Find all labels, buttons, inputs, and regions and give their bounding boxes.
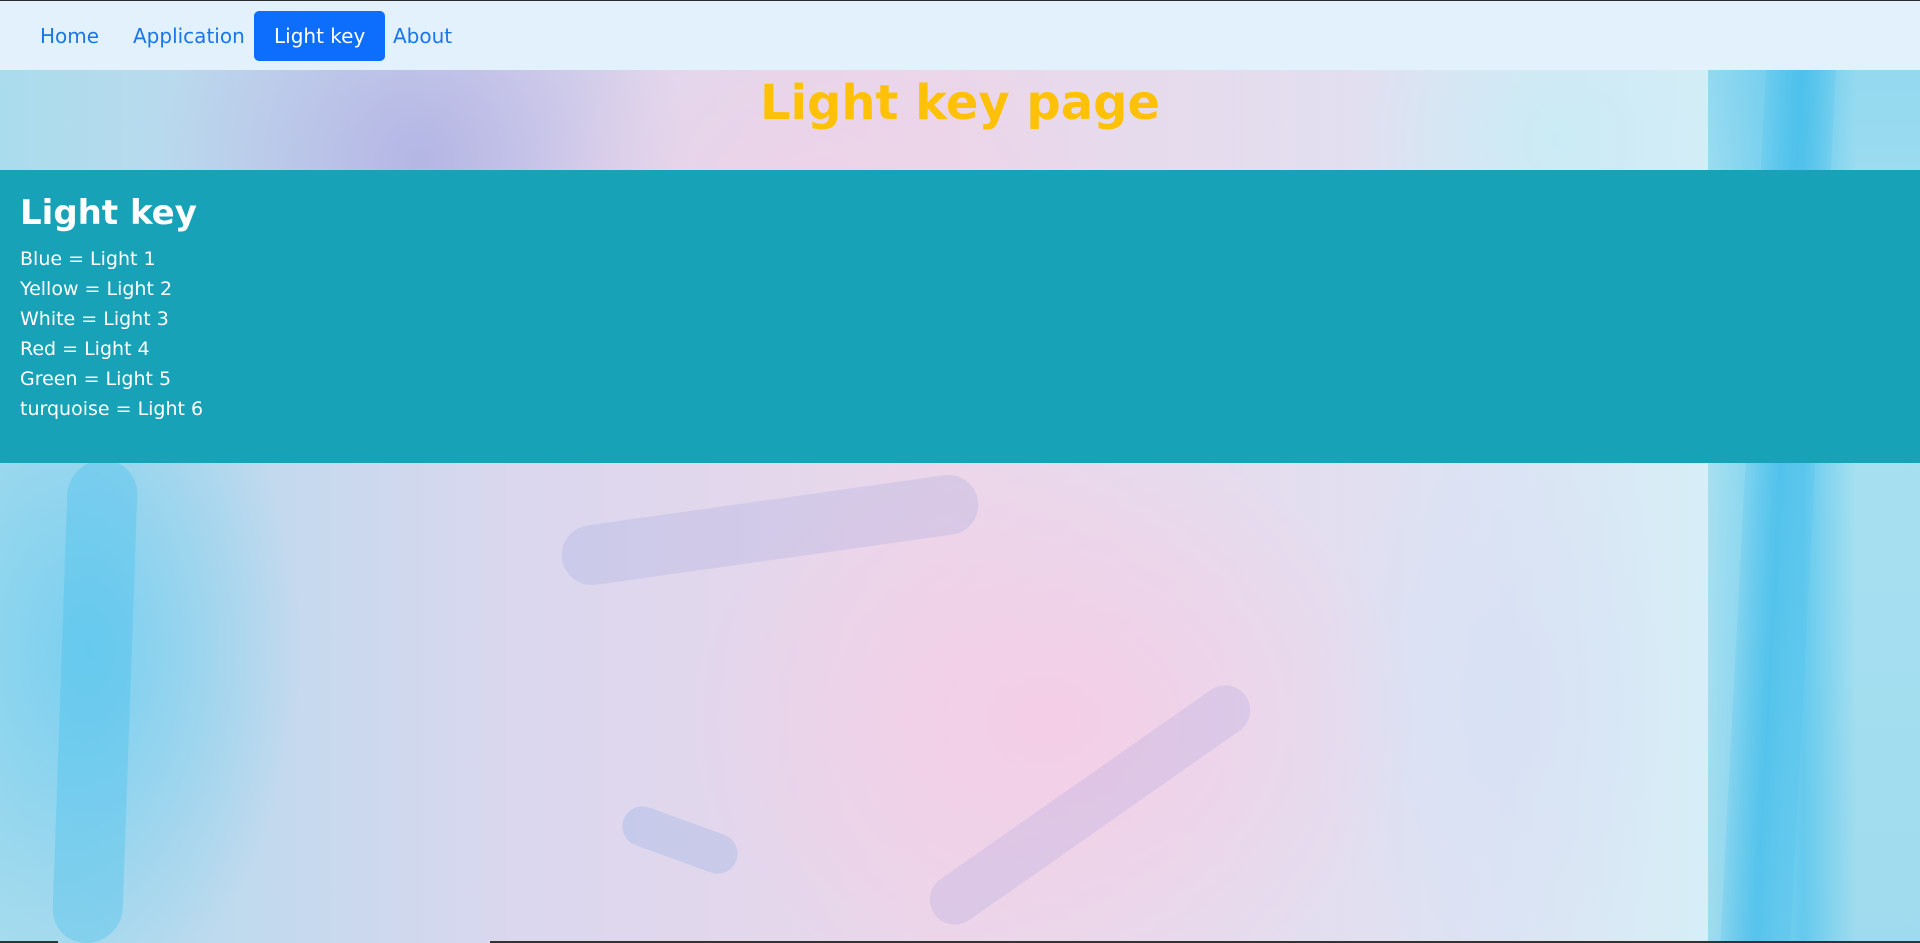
light-key-heading: Light key: [20, 193, 197, 233]
top-navbar: Home Application Light key About: [0, 0, 1920, 70]
light-key-entry: Green = Light 5: [20, 368, 172, 390]
light-key-panel: Light key Blue = Light 1 Yellow = Light …: [0, 170, 1920, 463]
nav-application[interactable]: Application: [113, 11, 265, 61]
light-key-list: Blue = Light 1 Yellow = Light 2 White = …: [20, 244, 1900, 424]
page-title: Light key page: [759, 75, 1161, 131]
light-key-entry: Yellow = Light 2: [20, 278, 173, 300]
light-key-entry: White = Light 3: [20, 308, 169, 330]
light-key-entry: Blue = Light 1: [20, 248, 156, 270]
light-key-entry: Red = Light 4: [20, 338, 150, 360]
nav-about[interactable]: About: [373, 11, 472, 61]
light-key-entry: turquoise = Light 6: [20, 398, 204, 420]
nav-home[interactable]: Home: [20, 11, 119, 61]
nav-light-key[interactable]: Light key: [254, 11, 386, 61]
